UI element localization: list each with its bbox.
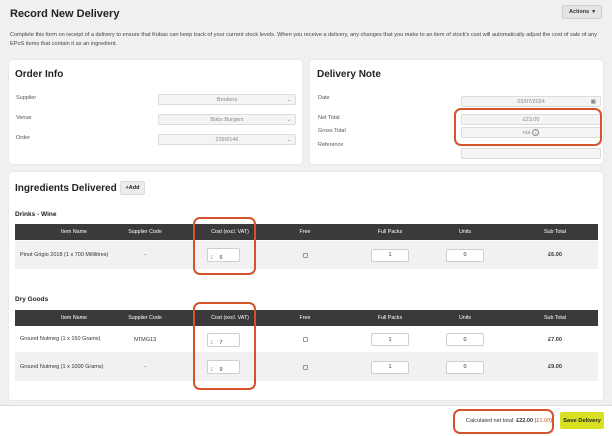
table-row: Ground Nutmeg (1 x 1000 Grams) - £ 9 1 0… bbox=[15, 353, 598, 381]
highlight-cost-column-top bbox=[193, 217, 256, 275]
supplier-select[interactable]: Bookers ⌄ bbox=[158, 94, 296, 105]
net-total-amount: £22.00 bbox=[516, 418, 534, 424]
item-name: Ground Nutmeg (1 x 1000 Grams) bbox=[20, 363, 104, 370]
net-total-label: Net Total bbox=[318, 115, 340, 121]
date-label: Date bbox=[318, 95, 330, 101]
order-label: Order bbox=[16, 135, 31, 141]
full-packs-input[interactable]: 1 bbox=[371, 360, 409, 374]
col-units: Units bbox=[458, 229, 472, 235]
col-free: Free bbox=[299, 315, 311, 321]
venue-value: Bobs Burgers bbox=[210, 116, 244, 123]
col-sub-total: Sub Total bbox=[544, 315, 566, 321]
full-packs-input[interactable]: 1 bbox=[371, 333, 409, 346]
delivery-note-title: Delivery Note bbox=[317, 69, 381, 80]
col-full-packs: Full Packs bbox=[377, 315, 403, 321]
supplier-label: Supplier bbox=[16, 95, 37, 101]
net-total-label: Calculated net total: bbox=[466, 418, 515, 424]
free-cell bbox=[290, 353, 320, 381]
table-row: Ground Nutmeg (1 x 150 Grams) NTMG13 £ 7… bbox=[15, 327, 598, 353]
col-sub-total: Sub Total bbox=[544, 229, 566, 235]
table-header: Item Name Supplier Code Cost (excl. VAT)… bbox=[15, 310, 598, 326]
calendar-icon: ▦ bbox=[590, 98, 596, 105]
units-cell: 0 bbox=[445, 353, 485, 381]
col-supplier-code: Supplier Code bbox=[128, 229, 162, 235]
units-cell: 0 bbox=[445, 327, 485, 352]
units-input[interactable]: 0 bbox=[446, 248, 484, 262]
supplier-code: - bbox=[144, 364, 146, 370]
free-checkbox[interactable] bbox=[302, 337, 308, 342]
units-input[interactable]: 0 bbox=[446, 360, 484, 374]
calculated-net-total: Calculated net total: £22.00 (£1.00) bbox=[466, 418, 552, 424]
intro-text: Complete this form on receipt of a deliv… bbox=[10, 32, 598, 47]
free-cell bbox=[290, 241, 320, 269]
units-input[interactable]: 0 bbox=[446, 333, 484, 346]
order-info-title: Order Info bbox=[15, 69, 64, 80]
units-cell: 0 bbox=[445, 241, 485, 269]
table-row: Pinot Grigio 2018 (1 x 700 Millilitres) … bbox=[15, 241, 598, 269]
order-select[interactable]: 2393/146 ⌄ bbox=[158, 134, 296, 145]
supplier-code: - bbox=[144, 252, 146, 258]
chevron-down-icon: ⌄ bbox=[286, 136, 291, 143]
actions-button[interactable]: Actions ▾ bbox=[562, 5, 602, 19]
free-checkbox[interactable] bbox=[302, 364, 308, 370]
add-ingredient-button[interactable]: +Add bbox=[120, 181, 145, 195]
col-free: Free bbox=[299, 229, 311, 235]
actions-label: Actions bbox=[569, 9, 590, 15]
order-value: 2393/146 bbox=[215, 136, 239, 143]
packs-cell: 1 bbox=[370, 353, 410, 381]
packs-cell: 1 bbox=[370, 327, 410, 352]
reference-label: Reference bbox=[318, 142, 344, 148]
packs-cell: 1 bbox=[370, 241, 410, 269]
highlight-totals bbox=[454, 108, 602, 146]
date-field[interactable]: 03/07/2024 ▦ bbox=[461, 96, 601, 107]
date-value: 03/07/2024 bbox=[517, 98, 545, 105]
supplier-value: Bookers bbox=[216, 96, 238, 103]
venue-select[interactable]: Bobs Burgers ⌄ bbox=[158, 114, 296, 125]
supplier-code: NTMG13 bbox=[133, 336, 157, 343]
page-title: Record New Delivery bbox=[10, 8, 120, 20]
full-packs-input[interactable]: 1 bbox=[371, 248, 409, 262]
save-delivery-button[interactable]: Save Delivery bbox=[560, 412, 604, 429]
highlight-cost-column-bottom bbox=[193, 302, 256, 390]
col-supplier-code: Supplier Code bbox=[128, 315, 162, 321]
chevron-down-icon: ▾ bbox=[592, 9, 595, 15]
section-title-drinks-wine: Drinks - Wine bbox=[15, 211, 57, 218]
reference-field[interactable] bbox=[461, 148, 601, 159]
net-total-difference: £1.00 bbox=[536, 418, 551, 424]
venue-label: Venue bbox=[16, 115, 32, 121]
chevron-down-icon: ⌄ bbox=[286, 116, 291, 123]
ingredients-title: Ingredients Delivered bbox=[15, 183, 117, 194]
section-title-dry-goods: Dry Goods bbox=[15, 296, 49, 303]
free-checkbox[interactable] bbox=[302, 252, 308, 258]
order-info-card: Order Info Supplier Bookers ⌄ Venue Bobs… bbox=[9, 60, 302, 164]
item-name: Ground Nutmeg (1 x 150 Grams) bbox=[20, 336, 101, 342]
col-full-packs: Full Packs bbox=[377, 229, 403, 235]
gross-total-label: Gross Total bbox=[318, 128, 346, 134]
table-header: Item Name Supplier Code Cost (excl. VAT)… bbox=[15, 224, 598, 240]
sub-total: £7.00 bbox=[548, 336, 562, 343]
sub-total: £6.00 bbox=[548, 252, 562, 258]
col-units: Units bbox=[458, 315, 472, 321]
free-cell bbox=[290, 327, 320, 352]
item-name: Pinot Grigio 2018 (1 x 700 Millilitres) bbox=[20, 251, 109, 258]
chevron-down-icon: ⌄ bbox=[286, 96, 291, 103]
sub-total: £9.00 bbox=[548, 364, 562, 370]
